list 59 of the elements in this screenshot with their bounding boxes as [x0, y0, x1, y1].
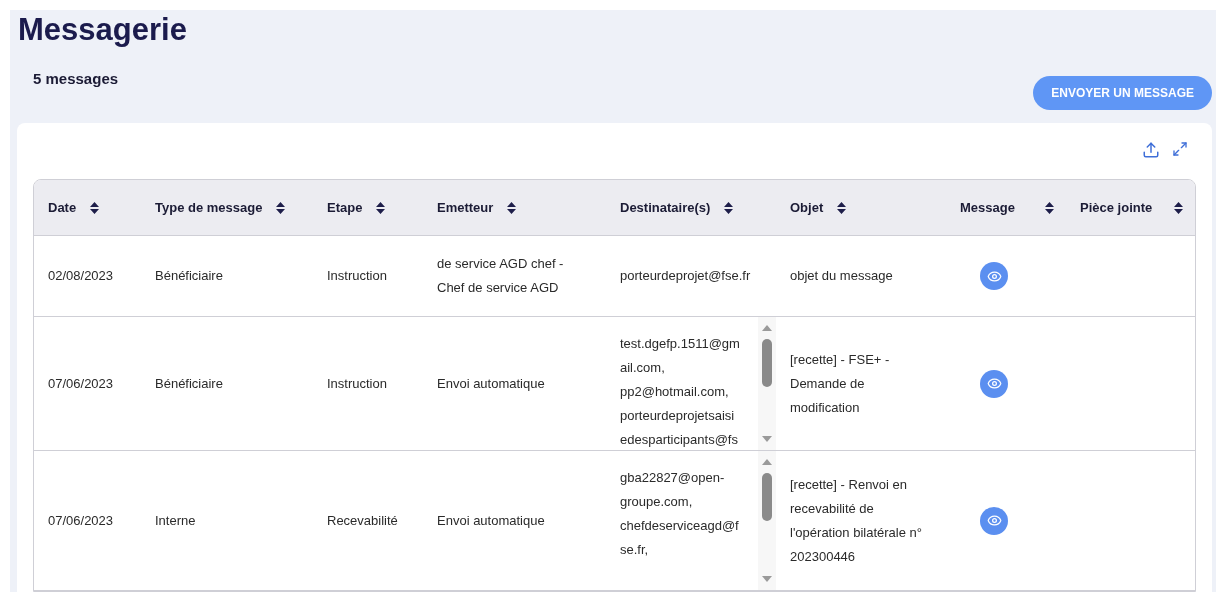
scrollbar[interactable] [758, 317, 776, 450]
scroll-up-icon[interactable] [762, 459, 772, 465]
column-header[interactable]: Etape [327, 197, 363, 218]
recipient-text: se.fr, [620, 541, 650, 559]
column-header[interactable]: Message [960, 197, 1015, 218]
sort-icon[interactable] [376, 201, 386, 214]
table-cell-text: de service AGD chef - Chef de service AGD [437, 255, 565, 297]
recipient-text: porteurdeprojetsaisi [620, 407, 736, 425]
scroll-thumb[interactable] [762, 473, 772, 521]
recipient-text: ail.com, [620, 359, 666, 377]
table-cell-text: Instruction [327, 267, 387, 286]
column-header[interactable]: Objet [790, 197, 824, 218]
column-header[interactable]: Date [48, 197, 77, 218]
sort-icon[interactable] [90, 201, 100, 214]
table-cell-text: objet du message [790, 267, 893, 285]
page-title: Messagerie [17, 11, 188, 48]
column-header[interactable]: Emetteur [437, 197, 494, 218]
table-cell-text: 02/08/2023 [48, 267, 114, 286]
table-cell-text: Instruction [327, 374, 387, 393]
table-cell-text: Bénéficiaire [155, 374, 223, 393]
recipient-text: groupe.com, [620, 493, 694, 511]
scroll-up-icon[interactable] [762, 325, 772, 331]
eye-icon [986, 513, 1002, 528]
scrollbar[interactable] [758, 451, 776, 590]
recipient-text: pp2@hotmail.com, [620, 383, 730, 401]
eye-icon [986, 376, 1002, 391]
table-cell-text: Bénéficiaire [155, 267, 223, 286]
table-cell-text: 07/06/2023 [48, 374, 114, 393]
recipient-text: porteurdeprojet@fse.fr [620, 267, 752, 285]
recipient-text: chefdeserviceagd@f [620, 517, 740, 535]
column-header[interactable]: Destinataire(s) [620, 197, 711, 218]
recipient-text: test.dgefp.1511@gm [620, 335, 741, 353]
table-cell-text: 07/06/2023 [48, 511, 114, 530]
view-message-button[interactable] [980, 369, 1008, 398]
table-cell-text: Envoi automatique [437, 374, 545, 393]
sort-icon[interactable] [837, 201, 847, 214]
table-cell-text: [recette] - FSE+ - Demande de modification [790, 350, 891, 417]
table-cell-text: [recette] - Renvoi en recevabilité de l'opération bilatérale n° 202300446 [790, 475, 923, 566]
recipient-text: edesparticipants@fs [620, 431, 739, 449]
column-header[interactable]: Type de message [155, 197, 263, 218]
sort-icon[interactable] [1174, 201, 1183, 214]
sort-icon[interactable] [1045, 201, 1054, 214]
sort-icon[interactable] [724, 201, 734, 214]
message-count: 5 messages [33, 69, 119, 89]
table-cell-text: Recevabilité [327, 511, 398, 530]
view-message-button[interactable] [980, 262, 1008, 290]
sort-icon[interactable] [276, 201, 286, 214]
expand-icon[interactable] [1172, 141, 1188, 157]
scroll-thumb[interactable] [762, 339, 772, 387]
recipient-text: gba22827@open- [620, 469, 726, 487]
scroll-down-icon[interactable] [762, 576, 772, 582]
table-cell-text: Interne [155, 511, 196, 530]
scroll-down-icon[interactable] [762, 436, 772, 442]
column-header[interactable]: Pièce jointe [1080, 197, 1153, 218]
table-cell-text: Envoi automatique [437, 511, 545, 530]
export-icon[interactable] [1142, 141, 1160, 159]
sort-icon[interactable] [507, 201, 517, 214]
view-message-button[interactable] [980, 506, 1008, 535]
eye-icon [986, 268, 1002, 284]
